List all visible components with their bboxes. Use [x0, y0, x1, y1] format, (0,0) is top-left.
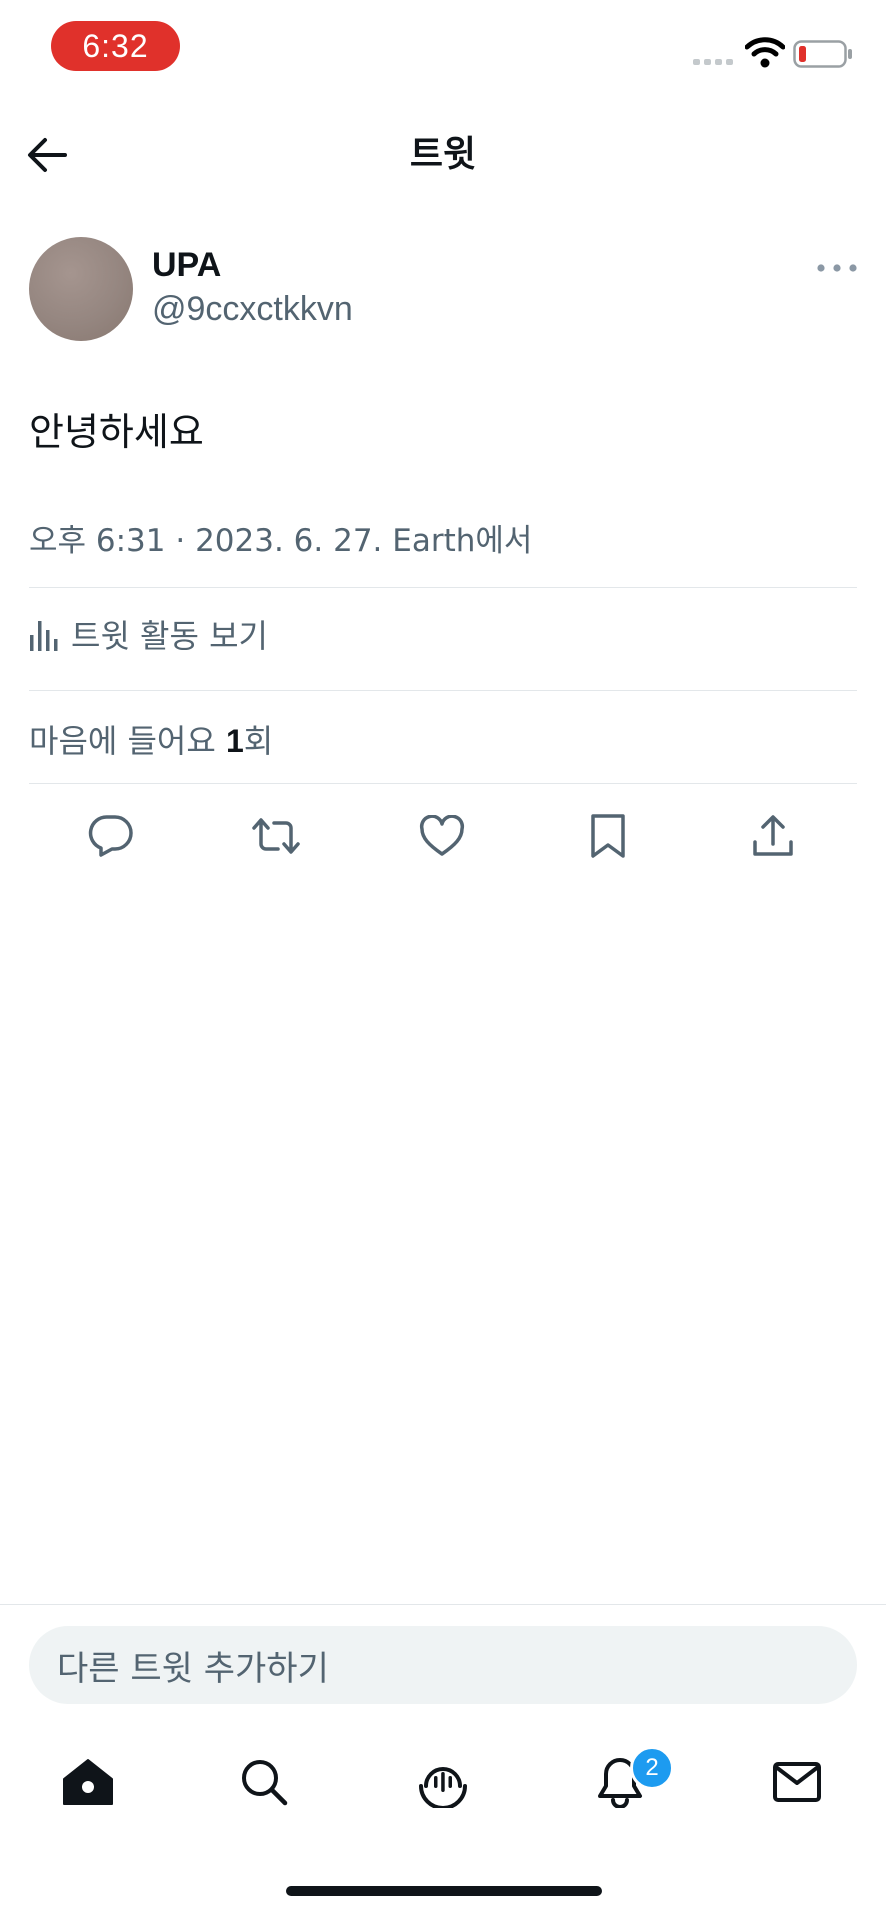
reply-button[interactable]: [85, 810, 137, 862]
reply-icon: [88, 815, 133, 857]
author-name[interactable]: UPA: [152, 246, 221, 285]
divider: [29, 690, 857, 691]
retweet-button[interactable]: [250, 810, 302, 862]
retweet-icon: [252, 818, 300, 854]
tab-messages[interactable]: [767, 1752, 827, 1812]
notification-badge: 2: [630, 1746, 674, 1790]
add-tweet-input[interactable]: 다른 트윗 추가하기: [29, 1626, 857, 1704]
battery-low-icon: [793, 40, 852, 68]
compose-placeholder: 다른 트윗 추가하기: [57, 1648, 329, 1689]
share-button[interactable]: [747, 810, 799, 862]
home-indicator[interactable]: [286, 1886, 602, 1896]
tab-home[interactable]: [58, 1752, 118, 1812]
tweet-text: 안녕하세요: [29, 410, 204, 454]
bookmark-button[interactable]: [582, 810, 634, 862]
search-icon: [242, 1760, 288, 1806]
status-time: 6:32: [51, 21, 180, 71]
avatar[interactable]: [29, 237, 133, 341]
wifi-icon: [745, 37, 785, 68]
bookmark-icon: [591, 814, 625, 858]
tweet-timestamp: 오후 6:31 · 2023. 6. 27. Earth에서: [29, 523, 533, 559]
divider: [0, 1604, 886, 1605]
page-title: 트윗: [409, 134, 477, 175]
home-icon: [63, 1759, 113, 1805]
activity-label: 트윗 활동 보기: [71, 617, 268, 655]
likes-summary[interactable]: 마음에 들어요 1회: [29, 716, 273, 762]
divider: [29, 783, 857, 784]
divider: [29, 587, 857, 588]
author-handle[interactable]: @9ccxctkkvn: [152, 290, 353, 329]
likes-count: 1: [225, 723, 244, 759]
messages-icon: [773, 1762, 821, 1802]
like-icon: [419, 815, 465, 856]
like-button[interactable]: [416, 810, 468, 862]
analytics-icon: [30, 621, 58, 651]
spaces-icon: [419, 1767, 467, 1808]
likes-unit: 회: [243, 722, 274, 760]
more-dots-icon[interactable]: [815, 258, 859, 278]
tab-search[interactable]: [234, 1752, 294, 1812]
likes-label: 마음에 들어요: [29, 722, 226, 760]
tab-spaces[interactable]: [413, 1752, 473, 1812]
view-activity-button[interactable]: 트윗 활동 보기: [29, 612, 268, 656]
cellular-signal-icon: [693, 59, 733, 65]
share-icon: [753, 815, 793, 856]
